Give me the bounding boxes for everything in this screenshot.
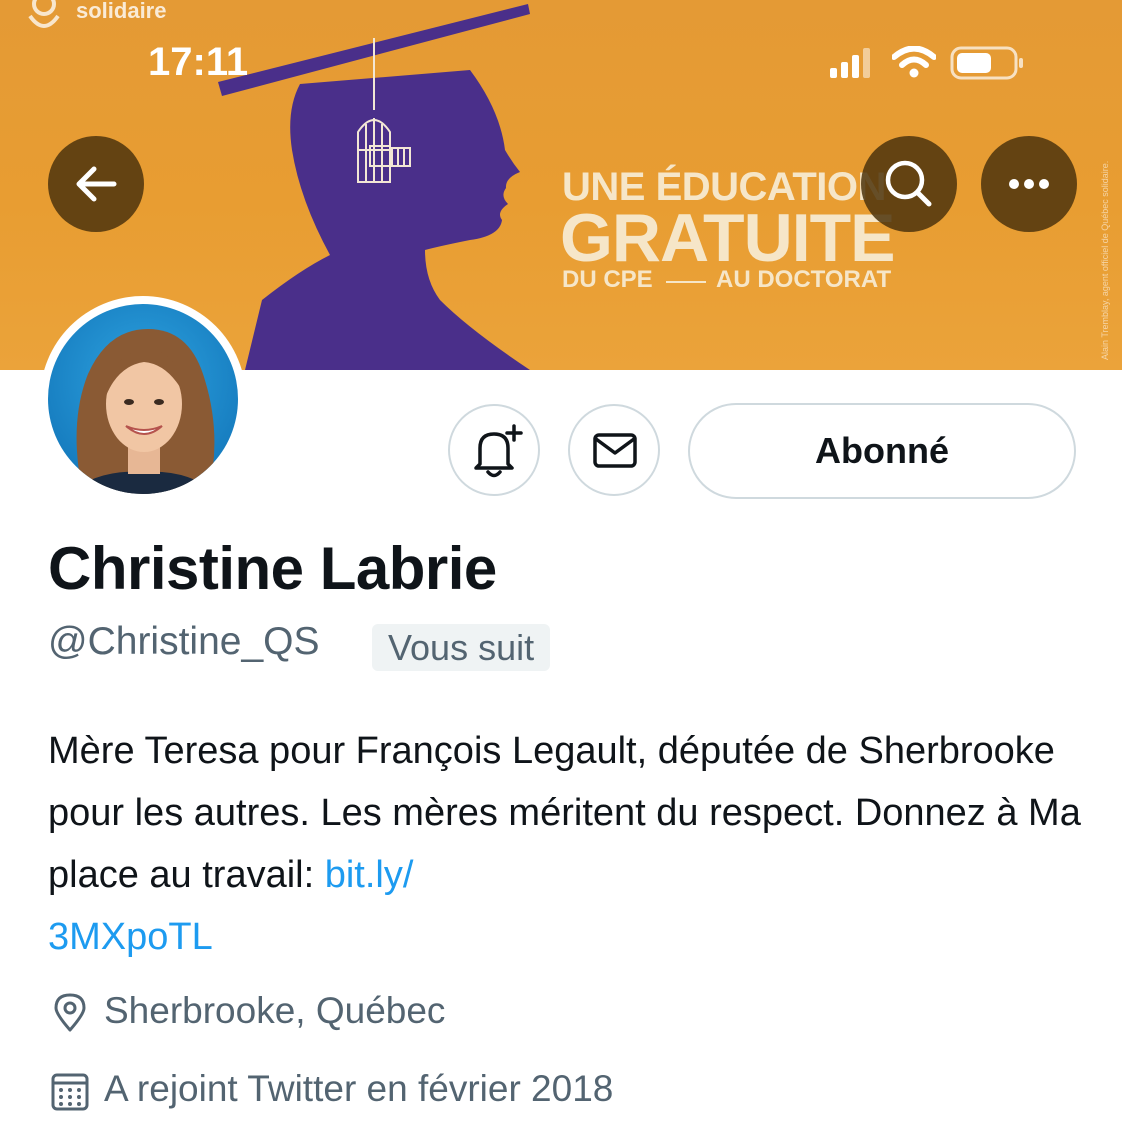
search-button[interactable]	[861, 136, 957, 232]
bio-text: Mère Teresa pour François Legault, déput…	[48, 730, 1081, 896]
profile-bio: Mère Teresa pour François Legault, déput…	[48, 720, 1098, 968]
following-button[interactable]: Abonné	[688, 403, 1076, 499]
calendar-icon	[51, 1073, 89, 1111]
back-button[interactable]	[48, 136, 144, 232]
follows-you-badge: Vous suit	[372, 624, 551, 671]
cellular-signal-icon	[830, 48, 870, 78]
envelope-icon	[593, 433, 637, 468]
location-text: Sherbrooke, Québec	[104, 990, 446, 1031]
battery-icon	[950, 46, 1023, 80]
joined-date-text: A rejoint Twitter en février 2018	[104, 1068, 614, 1109]
profile-handle: @Christine_QS	[48, 620, 320, 663]
avatar[interactable]	[40, 296, 246, 502]
banner-headline-to: AU DOCTORAT	[716, 266, 892, 293]
profile-name: Christine Labrie	[48, 535, 497, 602]
banner-headline-from: DU CPE	[562, 266, 653, 293]
wifi-icon	[892, 46, 936, 78]
more-options-button[interactable]	[981, 136, 1077, 232]
arrow-left-icon	[76, 166, 117, 202]
avatar-photo	[48, 304, 238, 494]
banner-credit: Alain Tremblay, agent officiel de Québec…	[1100, 160, 1110, 360]
banner-headline-dash	[666, 281, 706, 283]
more-horizontal-icon	[1009, 179, 1049, 189]
message-button[interactable]	[568, 404, 660, 496]
status-bar-time: 17:11	[148, 40, 249, 84]
bell-plus-icon	[474, 424, 523, 478]
notifications-button[interactable]	[448, 404, 540, 496]
party-logo-text: solidaire	[76, 0, 167, 23]
search-icon	[885, 160, 932, 207]
location-pin-icon	[54, 993, 86, 1032]
